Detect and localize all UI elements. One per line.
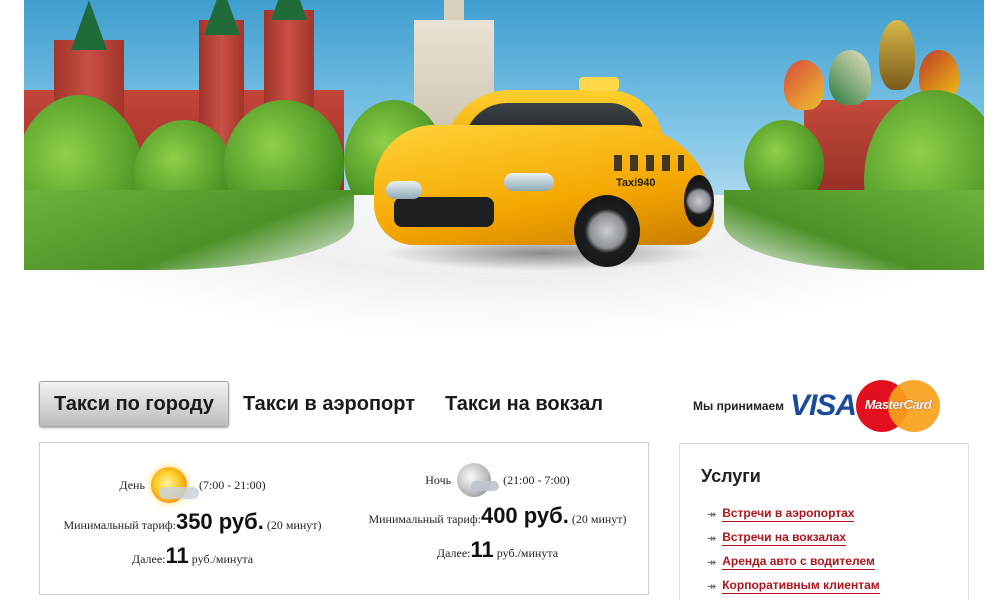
taxi-car-image: Taxi940 <box>364 77 724 275</box>
day-next-label: Далее: <box>131 552 166 566</box>
night-min-tariff: Минимальный тариф:400 руб. (20 минут) <box>345 503 650 529</box>
taxi-checker-stripe <box>614 155 684 171</box>
day-min-tariff: Минимальный тариф:350 руб. (20 минут) <box>40 509 345 535</box>
day-tariff-header: День (7:00 - 21:00) <box>40 467 345 503</box>
list-item: ↠ Корпоративным клиентам <box>707 574 880 598</box>
car-headlight <box>386 181 422 199</box>
cathedral-dome <box>829 50 871 105</box>
car-headlight <box>504 173 554 191</box>
car-wheel <box>684 175 714 227</box>
list-item: ↠ Встречи на вокзалах <box>707 526 880 550</box>
day-tariff: День (7:00 - 21:00) Минимальный тариф:35… <box>40 443 345 596</box>
arrow-icon: ↠ <box>707 580 717 593</box>
taxi-roof-sign <box>579 77 619 91</box>
mastercard-logo: MasterCard <box>854 379 942 433</box>
services-title: Услуги <box>701 466 761 486</box>
spasskaya-tower-roof <box>271 0 307 20</box>
night-min-label: Минимальный тариф: <box>368 512 481 526</box>
kremlin-tower-roof <box>71 0 107 50</box>
tab-station-taxi[interactable]: Такси на вокзал <box>431 381 617 427</box>
night-hours: (21:00 - 7:00) <box>503 472 570 487</box>
service-link-corporate[interactable]: Корпоративным клиентам <box>722 578 880 594</box>
payment-label: Мы принимаем <box>693 399 784 413</box>
sun-icon <box>150 467 199 503</box>
night-tariff: Ночь (21:00 - 7:00) Минимальный тариф:40… <box>345 443 650 596</box>
taxi-car-label: Taxi940 <box>616 177 656 189</box>
service-link-airports[interactable]: Встречи в аэропортах <box>722 506 855 522</box>
day-hours: (7:00 - 21:00) <box>198 477 266 492</box>
night-min-price: 400 руб. <box>480 503 569 528</box>
day-label: День <box>119 477 145 492</box>
arrow-icon: ↠ <box>707 532 717 545</box>
payment-methods: Мы принимаем VISA MasterCard <box>693 378 942 434</box>
visa-logo: VISA <box>789 389 857 422</box>
day-next-rate: Далее:11 руб./минута <box>40 543 345 569</box>
night-next-value: 11 <box>470 537 494 562</box>
tab-airport-taxi[interactable]: Такси в аэропорт <box>229 381 429 427</box>
day-min-price: 350 руб. <box>175 509 264 534</box>
services-panel: Услуги ↠ Встречи в аэропортах ↠ Встречи на… <box>679 443 969 600</box>
tab-city-taxi[interactable]: Такси по городу <box>39 381 229 427</box>
service-tabs: Такси по городу Такси в аэропорт Такси н… <box>39 381 617 427</box>
day-next-unit: руб./минута <box>191 552 254 566</box>
night-next-rate: Далее:11 руб./минута <box>345 537 650 563</box>
car-wheel <box>574 195 640 267</box>
service-link-stations[interactable]: Встречи на вокзалах <box>722 530 847 546</box>
arrow-icon: ↠ <box>707 556 717 569</box>
arrow-icon: ↠ <box>707 508 717 521</box>
page: Taxi940 Такси по городу Такси в аэропорт… <box>0 0 1007 600</box>
night-tariff-header: Ночь (21:00 - 7:00) <box>345 463 650 497</box>
night-next-unit: руб./минута <box>496 546 559 560</box>
tariff-panel: День (7:00 - 21:00) Минимальный тариф:35… <box>39 442 649 595</box>
mastercard-label: MasterCard <box>864 397 932 412</box>
services-list: ↠ Встречи в аэропортах ↠ Встречи на вокзал… <box>707 502 880 598</box>
service-link-car-rental[interactable]: Аренда авто с водителем <box>722 554 875 570</box>
cathedral-dome <box>879 20 915 90</box>
hero-banner: Taxi940 <box>24 0 984 330</box>
day-min-duration: (20 минут) <box>266 518 322 532</box>
cathedral-dome <box>784 60 824 110</box>
car-grille <box>394 197 494 227</box>
night-label: Ночь <box>425 472 452 487</box>
list-item: ↠ Встречи в аэропортах <box>707 502 880 526</box>
night-next-label: Далее: <box>436 546 471 560</box>
moon-icon <box>457 463 500 497</box>
list-item: ↠ Аренда авто с водителем <box>707 550 880 574</box>
day-min-label: Минимальный тариф: <box>63 518 176 532</box>
day-next-value: 11 <box>165 543 189 568</box>
night-min-duration: (20 минут) <box>571 512 627 526</box>
kremlin-tower-roof <box>204 0 240 35</box>
